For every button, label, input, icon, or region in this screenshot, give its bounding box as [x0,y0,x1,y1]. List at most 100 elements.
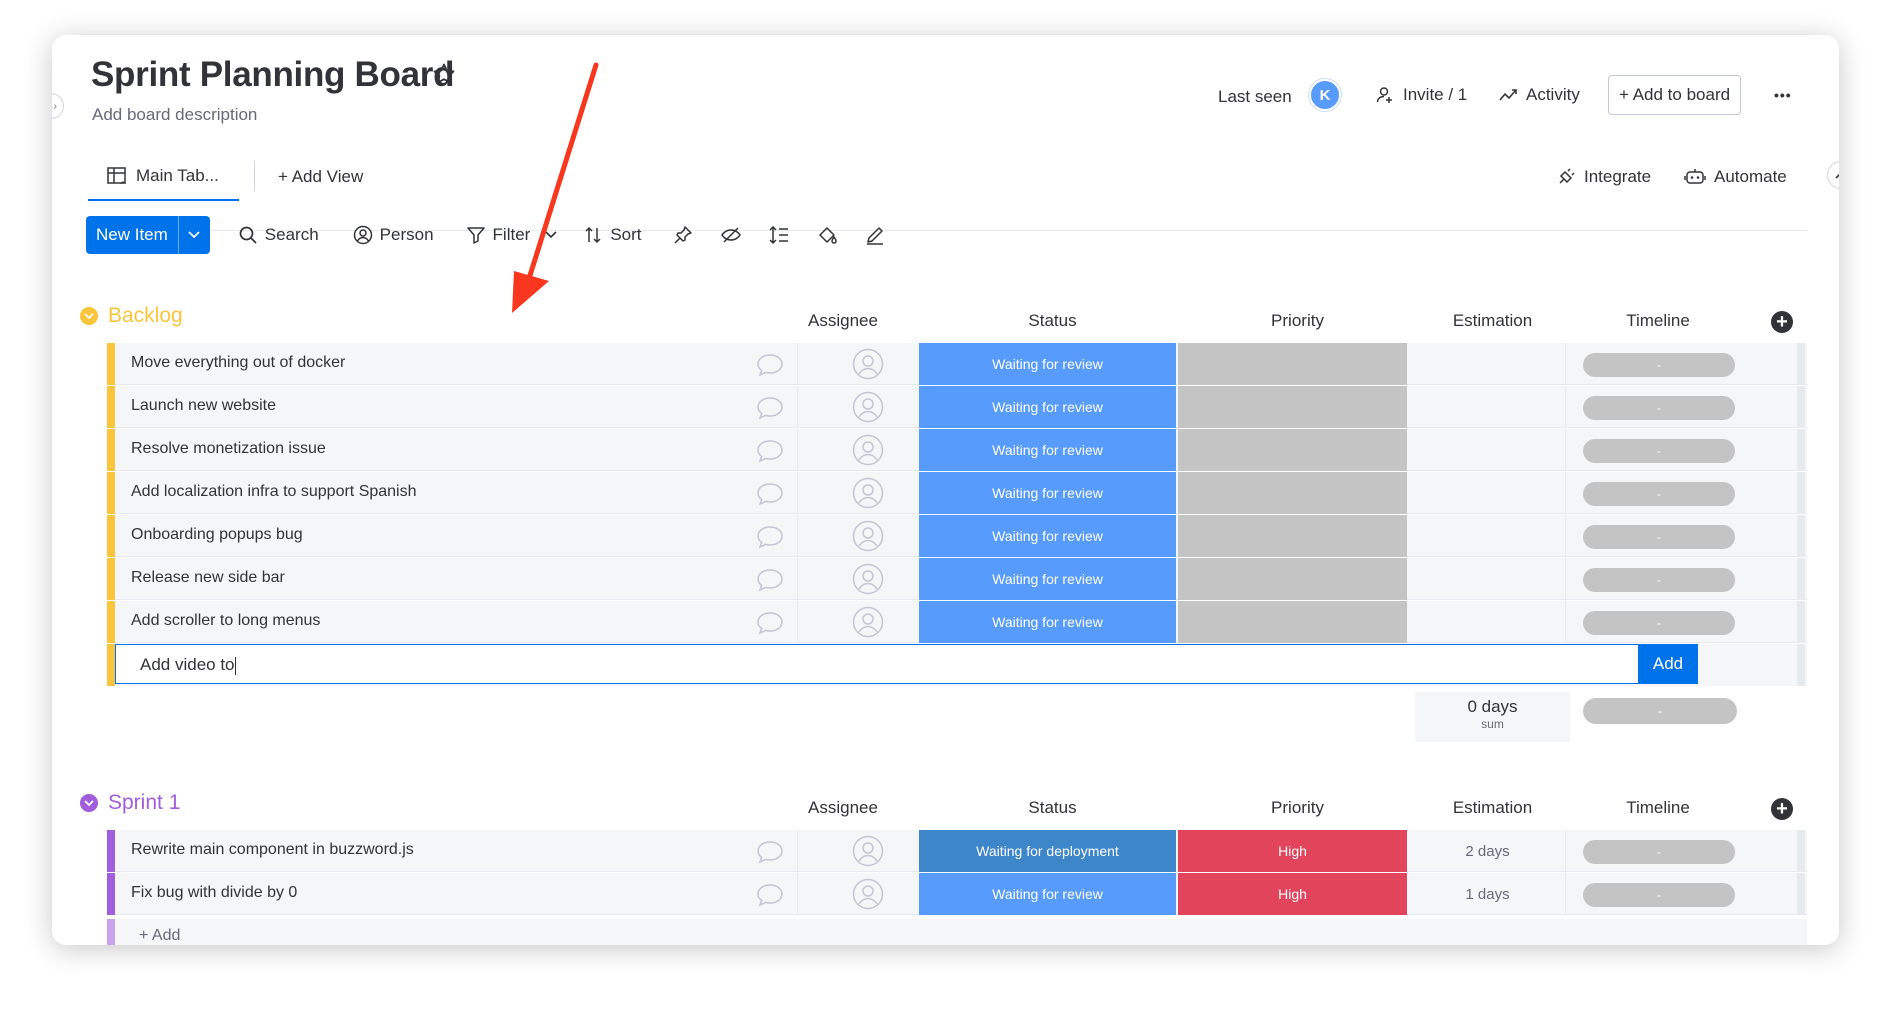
item-name[interactable]: Release new side bar [131,569,285,587]
person-icon[interactable] [852,477,884,514]
comment-bubble-icon[interactable] [755,567,785,598]
table-row[interactable]: Release new side bar Waiting for review - [107,558,1807,600]
column-header-estimation[interactable]: Estimation [1415,311,1570,331]
group-header-backlog[interactable]: Backlog [80,304,183,328]
chevron-down-icon[interactable] [545,231,557,239]
person-icon[interactable] [852,563,884,600]
item-name[interactable]: Rewrite main component in buzzword.js [131,841,414,859]
filter-button[interactable]: Filter [466,225,558,245]
comment-bubble-icon[interactable] [755,352,785,383]
priority-cell[interactable] [1178,472,1407,514]
estimation-cell[interactable] [1410,386,1565,428]
board-title[interactable]: Sprint Planning Board [91,55,454,95]
estimation-cell[interactable] [1410,429,1565,471]
sidebar-collapse-button[interactable]: › [52,93,64,119]
more-options-icon[interactable]: ••• [1774,87,1792,103]
column-header-priority[interactable]: Priority [1183,798,1412,818]
timeline-cell[interactable]: - [1583,482,1735,506]
comment-bubble-icon[interactable] [755,610,785,641]
estimation-cell[interactable] [1410,343,1565,385]
automate-button[interactable]: Automate [1684,153,1787,201]
table-row[interactable]: Onboarding popups bug Waiting for review - [107,515,1807,557]
timeline-cell[interactable]: - [1583,568,1735,592]
column-header-assignee[interactable]: Assignee [798,798,888,818]
hide-icon[interactable] [720,224,742,246]
priority-cell[interactable] [1178,386,1407,428]
item-name[interactable]: Fix bug with divide by 0 [131,884,297,902]
paint-bucket-icon[interactable] [816,224,838,246]
person-icon[interactable] [852,434,884,471]
table-row[interactable]: Resolve monetization issue Waiting for re… [107,429,1807,471]
table-row[interactable]: Fix bug with divide by 0 Waiting for revi… [107,873,1807,915]
item-name[interactable]: Move everything out of docker [131,354,345,372]
estimation-cell[interactable] [1410,472,1565,514]
table-row[interactable]: Launch new website Waiting for review - [107,386,1807,428]
estimation-cell[interactable] [1410,558,1565,600]
column-header-priority[interactable]: Priority [1183,311,1412,331]
collapse-header-button[interactable] [1827,161,1839,189]
add-item-button[interactable]: Add [1638,644,1698,684]
timeline-cell[interactable]: - [1583,611,1735,635]
comment-bubble-icon[interactable] [755,481,785,512]
timeline-cell[interactable]: - [1583,439,1735,463]
add-column-icon[interactable]: + [1771,311,1793,333]
timeline-cell[interactable]: - [1583,525,1735,549]
estimation-cell[interactable]: 1 days [1410,873,1565,915]
timeline-cell[interactable]: - [1583,840,1735,864]
comment-bubble-icon[interactable] [755,524,785,555]
status-cell[interactable]: Waiting for review [919,558,1176,600]
comment-bubble-icon[interactable] [755,882,785,913]
chevron-down-icon[interactable] [80,794,98,812]
tab-main-table[interactable]: Main Tab... [88,153,239,201]
star-icon[interactable] [432,62,456,91]
group-title[interactable]: Backlog [108,304,183,328]
comment-bubble-icon[interactable] [755,839,785,870]
add-item-input[interactable]: Add video to [115,644,1697,684]
sort-button[interactable]: Sort [583,225,642,245]
status-cell[interactable]: Waiting for review [919,386,1176,428]
new-item-button[interactable]: New Item [86,216,210,254]
priority-cell[interactable] [1178,558,1407,600]
timeline-summary[interactable]: - [1583,698,1737,724]
group-title[interactable]: Sprint 1 [108,791,180,815]
table-row[interactable]: Add scroller to long menus Waiting for re… [107,601,1807,643]
status-cell[interactable]: Waiting for review [919,873,1176,915]
status-cell[interactable]: Waiting for review [919,601,1176,643]
person-icon[interactable] [852,835,884,872]
board-description[interactable]: Add board description [92,105,257,125]
integrate-button[interactable]: Integrate [1556,153,1651,201]
item-name[interactable]: Add scroller to long menus [131,612,320,630]
column-header-status[interactable]: Status [924,311,1181,331]
comment-bubble-icon[interactable] [755,438,785,469]
search-button[interactable]: Search [238,225,319,245]
priority-cell[interactable] [1178,515,1407,557]
invite-button[interactable]: Invite / 1 [1375,85,1467,105]
estimation-cell[interactable] [1410,515,1565,557]
status-cell[interactable]: Waiting for review [919,472,1176,514]
timeline-cell[interactable]: - [1583,353,1735,377]
timeline-cell[interactable]: - [1583,883,1735,907]
priority-cell[interactable] [1178,429,1407,471]
add-column-icon[interactable]: + [1771,798,1793,820]
timeline-cell[interactable]: - [1583,396,1735,420]
person-icon[interactable] [852,520,884,557]
status-cell[interactable]: Waiting for review [919,343,1176,385]
table-row[interactable]: Add localization infra to support Spanis… [107,472,1807,514]
priority-cell[interactable]: High [1178,830,1407,872]
add-item-placeholder[interactable]: + Add [139,927,180,945]
status-cell[interactable]: Waiting for review [919,515,1176,557]
pin-icon[interactable] [672,224,694,246]
avatar[interactable]: K [1309,79,1341,111]
person-icon[interactable] [852,606,884,643]
row-height-icon[interactable] [768,224,790,246]
column-header-timeline[interactable]: Timeline [1578,798,1738,818]
priority-cell[interactable]: High [1178,873,1407,915]
status-cell[interactable]: Waiting for deployment [919,830,1176,872]
item-name[interactable]: Add localization infra to support Spanis… [131,483,417,501]
person-icon[interactable] [852,391,884,428]
group-header-sprint-1[interactable]: Sprint 1 [80,791,180,815]
table-row[interactable]: Rewrite main component in buzzword.js Wai… [107,830,1807,872]
table-row[interactable]: Move everything out of docker Waiting for… [107,343,1807,385]
person-icon[interactable] [852,348,884,385]
person-filter-button[interactable]: Person [353,225,434,245]
